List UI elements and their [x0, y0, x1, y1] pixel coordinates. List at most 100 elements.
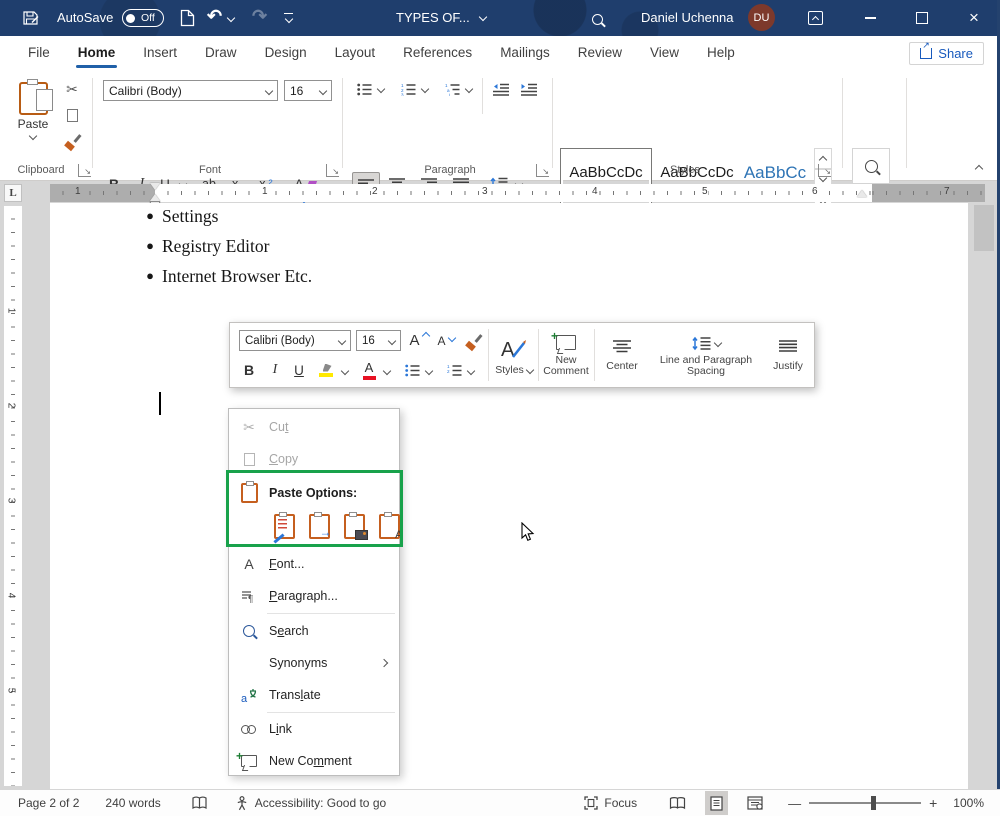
word-count[interactable]: 240 words — [105, 796, 160, 810]
minimize-button[interactable] — [850, 0, 890, 36]
multilevel-list-icon[interactable]: 1ai — [442, 80, 462, 98]
styles-dialog-launcher[interactable]: ↘ — [818, 164, 831, 177]
customize-quick-access-icon[interactable] — [284, 13, 293, 22]
tab-design[interactable]: Design — [251, 36, 321, 70]
font-dialog-launcher[interactable]: ↘ — [326, 164, 339, 177]
list-item[interactable]: ●Settings — [138, 201, 312, 231]
save-icon[interactable] — [22, 9, 40, 27]
tab-draw[interactable]: Draw — [191, 36, 251, 70]
redo-icon[interactable]: ↷ — [252, 6, 267, 27]
mini-highlight-dropdown-icon[interactable] — [341, 367, 349, 375]
document-title[interactable]: TYPES OF... — [396, 10, 470, 25]
tab-insert[interactable]: Insert — [129, 36, 191, 70]
copy-icon[interactable] — [62, 106, 82, 124]
styles-group-label: Styles — [640, 164, 730, 176]
mini-new-comment-button[interactable]: + New Comment — [542, 327, 590, 385]
mini-numbering-dropdown-icon[interactable] — [467, 367, 475, 375]
vertical-ruler[interactable]: 1 2 3 4 5 — [4, 206, 22, 786]
tab-review[interactable]: Review — [564, 36, 636, 70]
first-line-indent-marker[interactable] — [150, 183, 160, 190]
list-item[interactable]: ●Internet Browser Etc. — [138, 261, 312, 291]
menu-item-cut[interactable]: ✂ Cut — [229, 411, 399, 443]
mini-line-spacing-button[interactable]: Line and Paragraph Spacing — [650, 327, 762, 385]
mini-font-color-dropdown-icon[interactable] — [383, 367, 391, 375]
print-layout-icon[interactable] — [705, 791, 728, 815]
numbering-icon[interactable]: 123 — [398, 80, 418, 98]
bullets-icon[interactable] — [354, 80, 374, 98]
mini-font-size-combo[interactable]: 16 — [356, 330, 401, 351]
mini-underline-button[interactable]: U — [288, 359, 310, 381]
tab-layout[interactable]: Layout — [321, 36, 390, 70]
cut-icon[interactable]: ✂ — [62, 80, 82, 98]
mini-justify-button[interactable]: Justify — [764, 329, 812, 383]
avatar[interactable]: DU — [748, 4, 775, 31]
increase-indent-icon[interactable] — [518, 80, 540, 98]
mini-font-name-combo[interactable]: Calibri (Body) — [239, 330, 351, 351]
ribbon-display-options-icon[interactable] — [808, 11, 823, 25]
menu-item-translate[interactable]: a Translate — [229, 679, 399, 711]
document-page[interactable] — [50, 203, 968, 790]
mini-font-color-button[interactable]: A — [360, 359, 378, 381]
accessibility-status[interactable]: Accessibility: Good to go — [230, 791, 391, 815]
right-indent-marker[interactable] — [857, 190, 867, 197]
zoom-in-button[interactable]: + — [929, 795, 937, 811]
new-document-icon[interactable] — [180, 9, 195, 27]
read-mode-icon[interactable] — [664, 791, 691, 815]
editing-search-icon[interactable] — [852, 148, 890, 184]
zoom-slider[interactable] — [809, 802, 921, 804]
menu-item-link[interactable]: Link — [229, 713, 399, 745]
proofing-icon[interactable] — [187, 791, 212, 815]
horizontal-ruler[interactable]: 1 1 2 3 4 5 6 7 — [50, 184, 985, 202]
font-name-combo[interactable]: Calibri (Body) — [103, 80, 278, 101]
menu-item-paragraph[interactable]: ¶ Paragraph... — [229, 580, 399, 612]
tab-file[interactable]: File — [14, 36, 64, 70]
undo-icon[interactable]: ↶ — [207, 6, 222, 27]
share-button[interactable]: Share — [909, 42, 984, 65]
decrease-indent-icon[interactable] — [490, 80, 512, 98]
mini-bullets-dropdown-icon[interactable] — [425, 367, 433, 375]
page-indicator[interactable]: Page 2 of 2 — [18, 796, 79, 810]
paste-button[interactable]: Paste — [10, 78, 56, 142]
title-dropdown-icon[interactable] — [479, 13, 487, 21]
font-size-combo[interactable]: 16 — [284, 80, 332, 101]
search-icon[interactable] — [592, 14, 603, 25]
zoom-level[interactable]: 100% — [953, 796, 984, 810]
bullets-dropdown-icon[interactable] — [377, 85, 385, 93]
tab-mailings[interactable]: Mailings — [486, 36, 564, 70]
mini-bullets-icon[interactable] — [402, 361, 422, 379]
menu-item-synonyms[interactable]: Synonyms — [229, 647, 399, 679]
tab-references[interactable]: References — [389, 36, 486, 70]
multilevel-dropdown-icon[interactable] — [465, 85, 473, 93]
mini-highlight-button[interactable] — [316, 359, 336, 381]
maximize-button[interactable] — [902, 0, 942, 36]
mini-bold-button[interactable]: B — [238, 359, 260, 381]
zoom-out-button[interactable]: — — [788, 796, 801, 811]
list-item[interactable]: ●Registry Editor — [138, 231, 312, 261]
menu-item-new-comment[interactable]: + New Comment — [229, 745, 399, 777]
mini-italic-button[interactable]: I — [264, 359, 286, 381]
tab-help[interactable]: Help — [693, 36, 749, 70]
vertical-scrollbar[interactable] — [974, 205, 994, 251]
mini-center-button[interactable]: Center — [598, 329, 646, 383]
autosave-toggle[interactable]: Off — [122, 9, 164, 27]
zoom-slider-thumb[interactable] — [871, 796, 876, 810]
undo-dropdown-icon[interactable] — [227, 14, 235, 22]
tab-selector[interactable]: L — [4, 184, 22, 202]
numbering-dropdown-icon[interactable] — [421, 85, 429, 93]
format-painter-icon[interactable] — [62, 132, 82, 150]
paragraph-dialog-launcher[interactable]: ↘ — [536, 164, 549, 177]
tab-view[interactable]: View — [636, 36, 693, 70]
mini-styles-button[interactable]: A Styles — [492, 327, 536, 385]
menu-item-search[interactable]: Search — [229, 615, 399, 647]
mini-format-painter-icon[interactable] — [462, 330, 484, 352]
menu-item-font[interactable]: A Font... — [229, 548, 399, 580]
clipboard-dialog-launcher[interactable]: ↘ — [78, 164, 91, 177]
mini-numbering-icon[interactable]: 12 — [444, 361, 464, 379]
tab-home[interactable]: Home — [64, 36, 130, 70]
mini-shrink-font-button[interactable]: A — [435, 330, 457, 352]
collapse-ribbon-icon[interactable] — [975, 165, 983, 173]
close-button[interactable]: × — [954, 0, 994, 36]
mini-grow-font-button[interactable]: A — [407, 328, 431, 352]
focus-button[interactable]: Focus — [579, 791, 642, 815]
web-layout-icon[interactable] — [742, 791, 768, 815]
